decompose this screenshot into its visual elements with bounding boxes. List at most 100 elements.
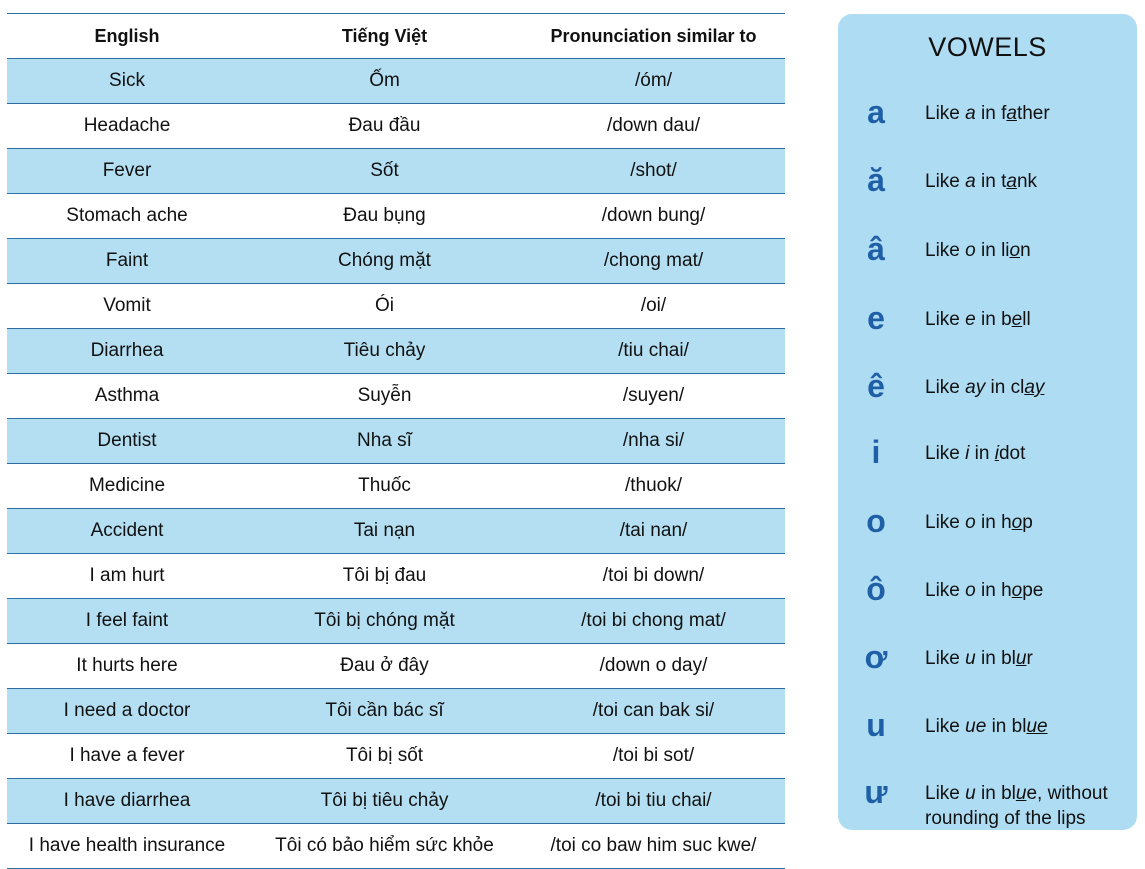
example-highlight: e [1011,309,1023,330]
vowel-description: Like o in hope [925,578,1125,603]
vowel-letter: e [867,300,885,336]
cell-pronunciation: /oi/ [522,283,785,329]
like-word: Like [925,240,960,261]
cell-pronunciation: /chong mat/ [522,238,785,284]
cell-pronunciation: /thuok/ [522,463,785,509]
cell-vietnamese: Ốm [247,58,522,104]
cell-english: Accident [7,508,247,554]
cell-vietnamese: Tôi bị đau [247,553,522,599]
vowel-description: Like i in idot [925,441,1125,466]
table-row: Asthma Suyễn/suyen/ [7,373,785,419]
example-suffix: nk [1016,171,1038,192]
example-highlight: u [1015,648,1027,669]
example-prefix: bl [1011,716,1027,737]
table-row: Vomit Ói/oi/ [7,283,785,329]
table-header-row: English Tiếng Việt Pronunciation similar… [7,13,785,59]
like-word: Like [925,443,960,464]
cell-pronunciation: /down dau/ [522,103,785,149]
like-word: Like [925,309,960,330]
sound-letters: e [965,309,976,330]
example-suffix: n [1020,240,1031,261]
in-word: in [974,443,990,464]
example-highlight: u [1015,783,1027,804]
table-row: I have health insurance Tôi có bảo hiểm s… [7,823,785,869]
cell-vietnamese: Đau ở đây [247,643,522,689]
vowel-description: Like a in father [925,101,1125,126]
cell-pronunciation: /tiu chai/ [522,328,785,374]
example-suffix: dot [998,443,1026,464]
in-word: in [981,580,996,601]
example-highlight: o [1011,512,1023,533]
table-body: Sick Ốm/óm/Headache Đau đầu/down dau/Fever… [7,58,785,869]
like-word: Like [925,716,960,737]
example-prefix: li [1001,240,1010,261]
cell-english: Headache [7,103,247,149]
sound-letters: o [965,512,976,533]
cell-pronunciation: /toi can bak si/ [522,688,785,734]
cell-pronunciation: /toi bi sot/ [522,733,785,779]
in-word: in [981,171,996,192]
table-row: It hurts here Đau ở đây/down o day/ [7,643,785,689]
table-row: Accident Tai nạn/tai nan/ [7,508,785,554]
cell-vietnamese: Ói [247,283,522,329]
table-row: I am hurt Tôi bị đau/toi bi down/ [7,553,785,599]
header-english: English [7,13,247,59]
sound-letters: u [965,648,976,669]
cell-vietnamese: Đau bụng [247,193,522,239]
example-highlight: ay [1024,377,1045,398]
vowel-letter: ư [864,774,888,810]
table-row: Sick Ốm/óm/ [7,58,785,104]
vowel-description: Like u in blur [925,646,1125,671]
vowel-letter: a [867,94,885,130]
cell-english: I have a fever [7,733,247,779]
cell-english: Fever [7,148,247,194]
example-prefix: h [1001,580,1012,601]
like-word: Like [925,648,960,669]
cell-english: Medicine [7,463,247,509]
cell-english: I have diarrhea [7,778,247,824]
cell-pronunciation: /down o day/ [522,643,785,689]
cell-english: Stomach ache [7,193,247,239]
table-row: Dentist Nha sĩ/nha si/ [7,418,785,464]
vowel-description: Like ue in blue [925,714,1125,739]
cell-vietnamese: Nha sĩ [247,418,522,464]
sound-letters: a [965,171,976,192]
example-highlight: o [1009,240,1021,261]
table-row: Faint Chóng mặt/chong mat/ [7,238,785,284]
in-word: in [981,103,996,124]
cell-english: It hurts here [7,643,247,689]
vowel-description: Like e in bell [925,307,1125,332]
in-word: in [981,783,996,804]
cell-vietnamese: Tôi có bảo hiểm sức khỏe [247,823,522,869]
like-word: Like [925,580,960,601]
example-highlight: ue [1026,716,1048,737]
sound-letters: o [965,580,976,601]
cell-pronunciation: /toi bi down/ [522,553,785,599]
in-word: in [981,512,996,533]
in-word: in [981,648,996,669]
like-word: Like [925,512,960,533]
vowel-letter: ă [867,162,885,198]
vocabulary-table: English Tiếng Việt Pronunciation similar… [7,13,785,869]
sound-letters: i [965,443,970,464]
example-prefix: h [1001,512,1012,533]
header-vietnamese: Tiếng Việt [247,13,522,59]
sound-letters: a [965,103,976,124]
cell-vietnamese: Đau đầu [247,103,522,149]
like-word: Like [925,783,960,804]
table-row: I have a fever Tôi bị sốt/toi bi sot/ [7,733,785,779]
example-suffix: ther [1016,103,1050,124]
table-row: I feel faint Tôi bị chóng mặt/toi bi chon… [7,598,785,644]
vowel-letter: o [866,503,886,539]
vowel-description: Like o in lion [925,238,1125,263]
cell-vietnamese: Tôi bị tiêu chảy [247,778,522,824]
vowel-letter: u [866,707,886,743]
cell-pronunciation: /toi co baw him suc kwe/ [522,823,785,869]
in-word: in [981,309,996,330]
table-row: Fever Sốt/shot/ [7,148,785,194]
example-prefix: b [1001,309,1012,330]
example-suffix: ll [1022,309,1031,330]
like-word: Like [925,377,960,398]
cell-english: I feel faint [7,598,247,644]
cell-pronunciation: /down bung/ [522,193,785,239]
